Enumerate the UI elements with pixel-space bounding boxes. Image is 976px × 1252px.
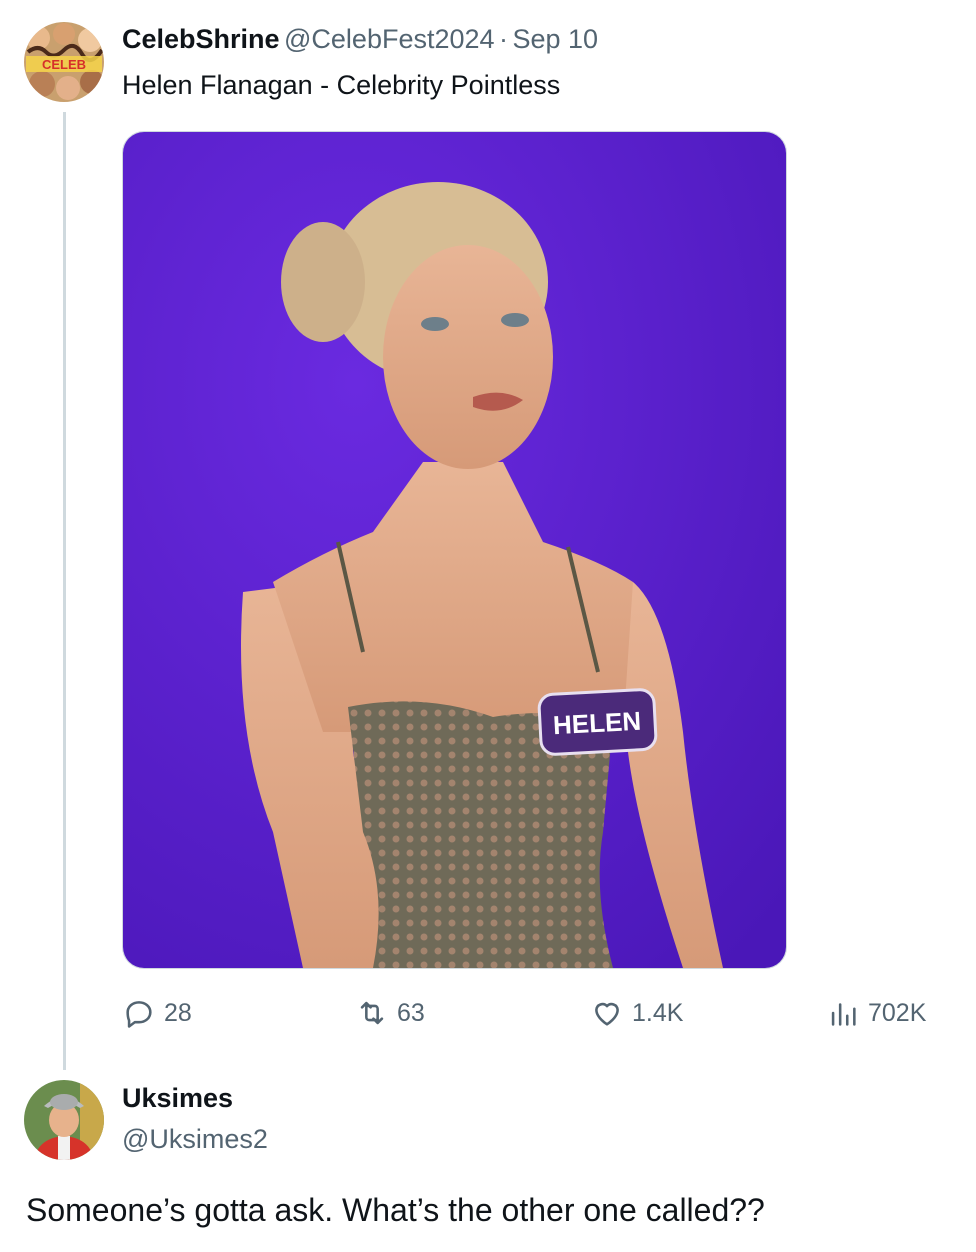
celeb-collage-avatar-image: CELEB xyxy=(24,22,104,102)
thread-connector-line xyxy=(63,112,66,1070)
reply-author-avatar[interactable] xyxy=(24,1080,104,1160)
name-tag: HELEN xyxy=(537,688,658,756)
tweet-date[interactable]: Sep 10 xyxy=(512,24,598,54)
bar-chart-icon xyxy=(831,1003,856,1026)
like-count: 1.4K xyxy=(632,998,684,1027)
svg-text:CELEB: CELEB xyxy=(42,57,86,72)
header-separator: · xyxy=(498,24,508,54)
reply-text: Someone’s gotta ask. What’s the other on… xyxy=(26,1192,765,1228)
tweet-media-image[interactable]: HELEN xyxy=(122,131,787,969)
author-avatar[interactable]: CELEB xyxy=(24,22,104,102)
reply-bubble-icon xyxy=(126,1001,152,1028)
photo-illustration: HELEN xyxy=(123,132,786,968)
knight-avatar-image xyxy=(24,1080,104,1160)
author-handle[interactable]: @CelebFest2024 xyxy=(284,24,495,54)
retweet-count: 63 xyxy=(397,998,425,1027)
retweet-icon xyxy=(360,1001,384,1025)
tweet-text: Helen Flanagan - Celebrity Pointless xyxy=(122,70,561,100)
reply-author-handle[interactable]: @Uksimes2 xyxy=(122,1124,268,1155)
heart-icon xyxy=(595,1002,619,1026)
views-action[interactable]: 702K xyxy=(826,996,926,1030)
view-count: 702K xyxy=(868,998,927,1027)
like-action[interactable]: 1.4K xyxy=(590,996,683,1030)
reply-count: 28 xyxy=(164,998,192,1027)
tweet-header: CelebShrine @CelebFest2024 · Sep 10 xyxy=(122,24,598,55)
name-tag-text: HELEN xyxy=(552,706,642,741)
retweet-action[interactable]: 63 xyxy=(355,996,425,1030)
reply-action[interactable]: 28 xyxy=(122,996,192,1030)
reply-author-name[interactable]: Uksimes xyxy=(122,1083,233,1114)
author-name[interactable]: CelebShrine xyxy=(122,24,280,54)
